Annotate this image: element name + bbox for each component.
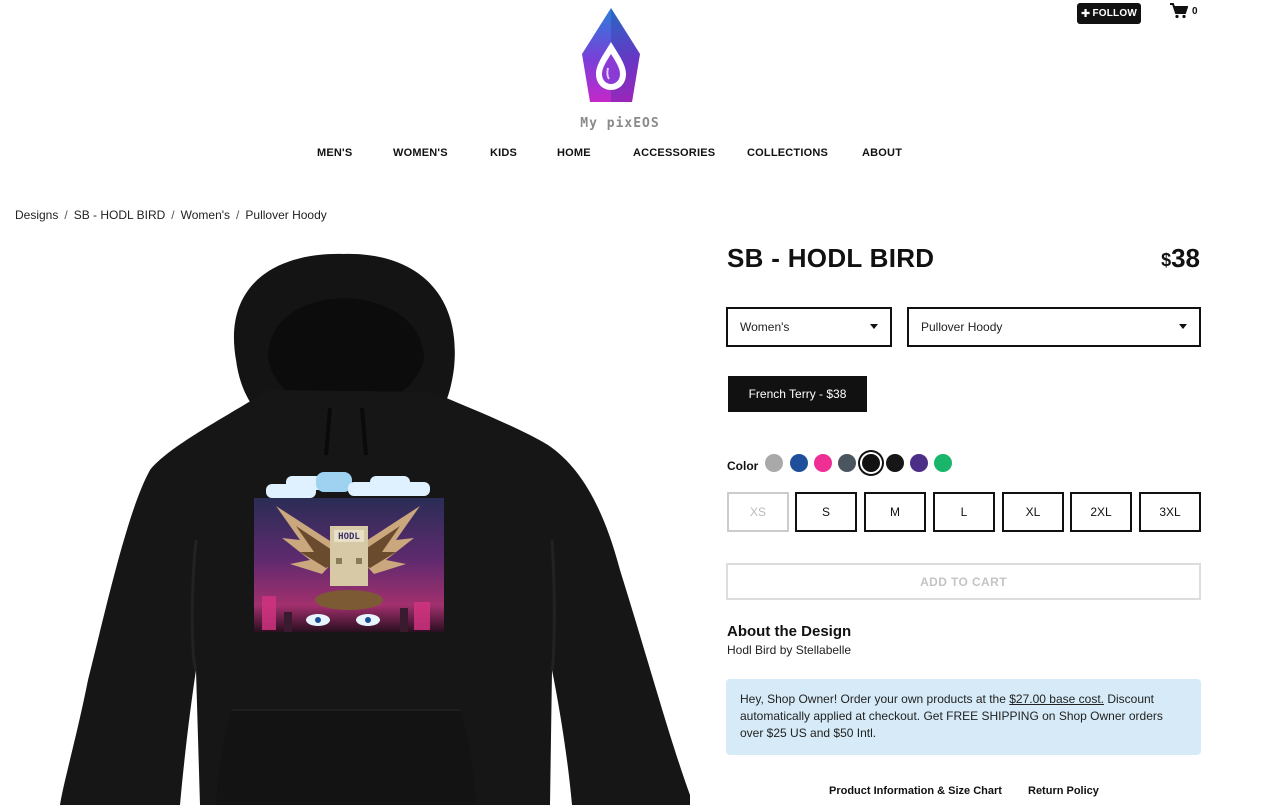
size-option-3xl[interactable]: 3XL	[1139, 492, 1201, 532]
color-swatch[interactable]	[790, 454, 808, 472]
hoodie-image: HODL	[60, 253, 690, 805]
logo-text: My pixEOS	[580, 116, 660, 131]
nav-item-womens[interactable]: WOMEN'S	[393, 147, 448, 159]
gender-select[interactable]: Women's	[726, 307, 892, 347]
about-design-title: About the Design	[727, 623, 852, 640]
color-swatch[interactable]	[934, 454, 952, 472]
color-swatch[interactable]	[765, 454, 783, 472]
return-policy-link[interactable]: Return Policy	[1028, 785, 1099, 797]
plus-icon: ✚	[1081, 8, 1091, 20]
size-option-xl[interactable]: XL	[1002, 492, 1064, 532]
size-option-xs[interactable]: XS	[727, 492, 789, 532]
size-option-2xl[interactable]: 2XL	[1070, 492, 1132, 532]
color-swatch[interactable]	[910, 454, 928, 472]
size-option-l[interactable]: L	[933, 492, 995, 532]
caret-down-icon	[870, 324, 878, 329]
size-option-s[interactable]: S	[795, 492, 857, 532]
cart-icon	[1170, 3, 1188, 19]
follow-label: FOLLOW	[1092, 8, 1137, 19]
shop-owner-note: Hey, Shop Owner! Order your own products…	[726, 679, 1201, 755]
shop-logo[interactable]: My pixEOS	[560, 6, 720, 131]
product-type-select[interactable]: Pullover Hoody	[907, 307, 1201, 347]
product-info-link[interactable]: Product Information & Size Chart	[829, 785, 1002, 797]
add-to-cart-button[interactable]: ADD TO CART	[726, 563, 1201, 600]
style-option-button[interactable]: French Terry - $38	[728, 376, 867, 412]
nav-item-about[interactable]: ABOUT	[862, 147, 902, 159]
gender-select-value: Women's	[740, 320, 790, 334]
price-amount: 38	[1171, 243, 1200, 273]
cart-count: 0	[1192, 6, 1198, 17]
breadcrumb-separator: /	[171, 208, 175, 222]
product-type-select-value: Pullover Hoody	[921, 320, 1003, 334]
nav-item-kids[interactable]: KIDS	[490, 147, 517, 159]
color-label: Color	[727, 459, 759, 473]
nav-item-mens[interactable]: MEN'S	[317, 147, 352, 159]
color-swatch[interactable]	[838, 454, 856, 472]
color-swatch[interactable]	[814, 454, 832, 472]
breadcrumb-gender[interactable]: Women's	[181, 208, 230, 222]
nav-item-home[interactable]: HOME	[557, 147, 591, 159]
color-swatch[interactable]	[862, 454, 880, 472]
caret-down-icon	[1179, 324, 1187, 329]
logo-gem-icon	[582, 8, 640, 102]
breadcrumb-current: Pullover Hoody	[245, 208, 327, 222]
owner-note-text-start: Hey, Shop Owner! Order your own products…	[740, 692, 1010, 706]
color-swatch[interactable]	[886, 454, 904, 472]
breadcrumb-design[interactable]: SB - HODL BIRD	[74, 208, 166, 222]
print-hodl-text: HODL	[338, 532, 360, 542]
nav-item-collections[interactable]: COLLECTIONS	[747, 147, 828, 159]
nav-item-accessories[interactable]: ACCESSORIES	[633, 147, 715, 159]
follow-button[interactable]: ✚ FOLLOW	[1077, 3, 1141, 24]
product-title: SB - HODL BIRD	[727, 243, 935, 273]
price-currency: $	[1161, 250, 1172, 270]
base-cost-link[interactable]: $27.00 base cost.	[1009, 692, 1104, 706]
product-image[interactable]: HODL	[0, 240, 690, 805]
breadcrumb-separator: /	[64, 208, 68, 222]
breadcrumb-separator: /	[236, 208, 240, 222]
product-price: $38	[1161, 243, 1200, 274]
main-nav: MEN'S WOMEN'S KIDS HOME ACCESSORIES COLL…	[0, 147, 1280, 163]
breadcrumb: Designs / SB - HODL BIRD / Women's / Pul…	[15, 208, 327, 222]
size-option-m[interactable]: M	[864, 492, 926, 532]
breadcrumb-designs[interactable]: Designs	[15, 208, 58, 222]
about-design-subtitle: Hodl Bird by Stellabelle	[727, 643, 852, 657]
cart-button[interactable]: 0	[1170, 3, 1198, 23]
